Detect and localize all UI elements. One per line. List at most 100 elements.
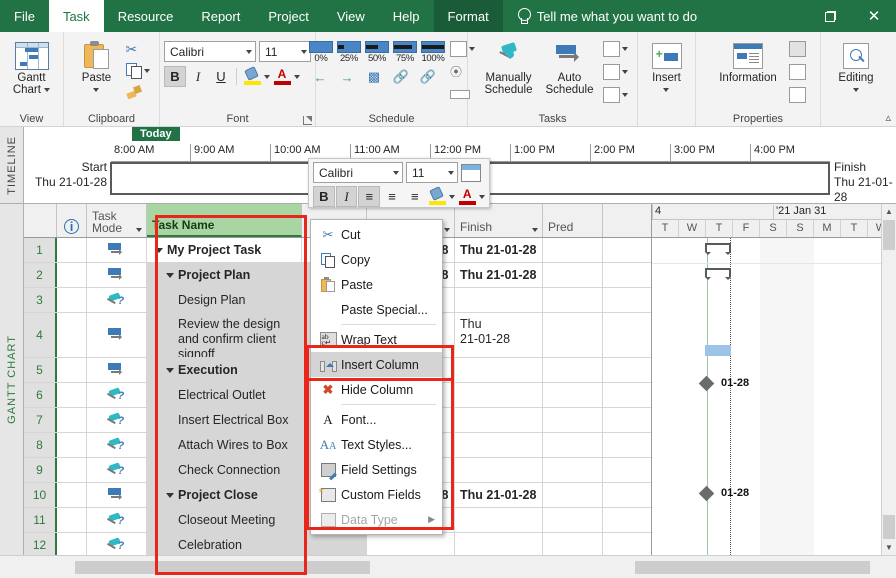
pct-75-button[interactable]: 75%	[392, 41, 418, 64]
column-header-task-name[interactable]: Task Name	[147, 204, 302, 237]
predecessors-cell[interactable]	[543, 288, 603, 312]
column-header-info[interactable]: i	[57, 204, 87, 237]
align-right-button[interactable]: ≡	[404, 186, 426, 207]
context-menu-item[interactable]: Field Settings	[311, 457, 442, 482]
task-mode-cell[interactable]	[87, 313, 147, 357]
tab-format[interactable]: Format	[434, 0, 503, 32]
copy-button[interactable]	[123, 60, 153, 81]
task-mode-cell[interactable]	[87, 238, 147, 262]
task-mode-cell[interactable]: ?	[87, 508, 147, 532]
task-name-cell[interactable]: Project Plan	[147, 263, 302, 287]
mini-italic-button[interactable]: I	[336, 186, 358, 207]
row-id-cell[interactable]: 3	[24, 288, 57, 312]
font-dialog-launcher[interactable]	[303, 116, 312, 125]
auto-schedule-button[interactable]: AutoSchedule	[540, 37, 600, 96]
chevron-down-icon[interactable]	[444, 228, 450, 232]
finish-cell[interactable]	[455, 408, 543, 432]
finish-cell[interactable]	[455, 508, 543, 532]
finish-cell[interactable]: Thu 21-01-28	[455, 263, 543, 287]
details-button[interactable]	[789, 61, 806, 82]
cut-button[interactable]: ✂	[123, 39, 153, 60]
context-menu-item[interactable]: Paste	[311, 272, 442, 297]
row-id-cell[interactable]: 2	[24, 263, 57, 287]
split-task-button[interactable]: ▩	[362, 67, 386, 87]
predecessors-cell[interactable]	[543, 483, 603, 507]
tab-file[interactable]: File	[0, 0, 49, 32]
align-left-button[interactable]: ≡	[358, 186, 380, 207]
predecessors-cell[interactable]	[543, 313, 603, 357]
task-mode-cell[interactable]: ?	[87, 383, 147, 407]
font-size-combo[interactable]: 11	[259, 41, 311, 62]
gantt-task-bar[interactable]	[705, 345, 731, 356]
chevron-down-icon[interactable]	[448, 171, 454, 175]
chevron-down-icon[interactable]	[136, 228, 142, 232]
link-tasks-button[interactable]: 🔗	[389, 67, 413, 87]
chevron-down-icon[interactable]	[853, 88, 859, 92]
task-mode-cell[interactable]	[87, 358, 147, 382]
mini-font-size-combo[interactable]: 11	[406, 162, 458, 183]
row-id-cell[interactable]: 1	[24, 238, 57, 262]
scroll-up-button[interactable]: ▲	[882, 204, 896, 219]
bold-button[interactable]: B	[164, 66, 186, 87]
tell-me-box[interactable]: Tell me what you want to do	[507, 0, 707, 32]
task-name-cell[interactable]: Design Plan	[147, 288, 302, 312]
column-header-predecessors[interactable]: Pred	[543, 204, 603, 237]
collapse-ribbon-button[interactable]: ▵	[885, 111, 891, 124]
context-menu-item[interactable]: ✖Hide Column	[311, 377, 442, 402]
task-name-cell[interactable]: Closeout Meeting	[147, 508, 302, 532]
task-name-cell[interactable]: Project Close	[147, 483, 302, 507]
finish-cell[interactable]	[455, 458, 543, 482]
pct-100-button[interactable]: 100%	[420, 41, 446, 64]
finish-cell[interactable]	[455, 433, 543, 457]
chevron-down-icon[interactable]	[93, 88, 99, 92]
row-id-cell[interactable]: 12	[24, 533, 57, 555]
information-button[interactable]: Information	[710, 37, 786, 84]
close-button[interactable]: ✕	[852, 0, 896, 32]
indent-button[interactable]: →	[335, 67, 359, 87]
tab-report[interactable]: Report	[187, 0, 254, 32]
column-header-task-mode[interactable]: Task Mode	[87, 204, 147, 237]
gantt-summary-bar[interactable]	[705, 243, 731, 252]
format-painter-button[interactable]	[123, 81, 153, 102]
predecessors-cell[interactable]	[543, 458, 603, 482]
predecessors-cell[interactable]	[543, 408, 603, 432]
predecessors-cell[interactable]	[543, 263, 603, 287]
task-name-cell[interactable]: Insert Electrical Box	[147, 408, 302, 432]
context-menu-item[interactable]: Paste Special...	[311, 297, 442, 322]
mini-bold-button[interactable]: B	[313, 186, 335, 207]
task-mode-cell[interactable]: ?	[87, 533, 147, 555]
gantt-chart-button[interactable]: Gantt Chart	[1, 37, 63, 96]
predecessors-cell[interactable]	[543, 358, 603, 382]
horizontal-scrollbar-area[interactable]	[0, 555, 896, 578]
vertical-scroll-thumb[interactable]	[883, 220, 895, 250]
unlink-tasks-button[interactable]: 🔗	[416, 67, 440, 87]
tab-resource[interactable]: Resource	[104, 0, 188, 32]
outdent-button[interactable]: ←	[308, 67, 332, 87]
task-name-cell[interactable]: Execution	[147, 358, 302, 382]
collapse-triangle-icon[interactable]	[166, 493, 174, 498]
tab-help[interactable]: Help	[379, 0, 434, 32]
context-menu-item[interactable]: abc↵Wrap Text	[311, 327, 442, 352]
move-task-menu-button[interactable]	[603, 61, 628, 82]
task-name-cell[interactable]: Attach Wires to Box	[147, 433, 302, 457]
chevron-down-icon[interactable]	[622, 93, 628, 97]
context-menu-item[interactable]: Insert Column	[311, 352, 442, 377]
task-mode-cell[interactable]: ?	[87, 408, 147, 432]
scroll-down-button[interactable]: ▼	[882, 540, 896, 555]
column-header-id[interactable]	[24, 204, 57, 237]
predecessors-cell[interactable]	[543, 533, 603, 555]
task-name-cell[interactable]: Check Connection	[147, 458, 302, 482]
context-menu-item[interactable]: AFont...	[311, 407, 442, 432]
column-header-finish[interactable]: Finish	[455, 204, 543, 237]
table-row[interactable]: 12?Celebration	[24, 533, 651, 555]
italic-button[interactable]: I	[187, 66, 209, 87]
task-name-cell[interactable]: Review the design and confirm client sig…	[147, 313, 302, 357]
row-id-cell[interactable]: 8	[24, 433, 57, 457]
chevron-down-icon[interactable]	[144, 69, 150, 73]
pct-25-button[interactable]: 25%	[336, 41, 362, 64]
gantt-chart-vertical-tab[interactable]: GANTT CHART	[0, 204, 24, 555]
task-name-cell[interactable]: My Project Task	[147, 238, 302, 262]
predecessors-cell[interactable]	[543, 508, 603, 532]
chevron-down-icon[interactable]	[294, 75, 300, 79]
pct-50-button[interactable]: 50%	[364, 41, 390, 64]
